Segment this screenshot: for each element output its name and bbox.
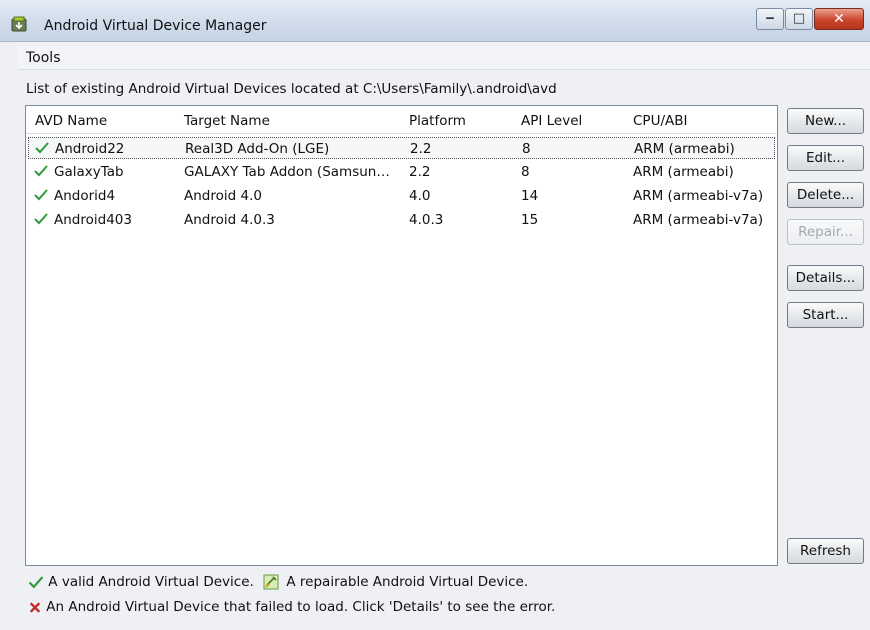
green-check-icon bbox=[28, 575, 44, 588]
cell-avd-name: Android403 bbox=[54, 212, 132, 228]
close-icon: ✕ bbox=[833, 11, 845, 27]
table-row[interactable]: Android403 Android 4.0.3 4.0.3 15 ARM (a… bbox=[28, 209, 775, 231]
red-x-icon bbox=[29, 601, 41, 613]
cell-platform: 2.2 bbox=[410, 141, 432, 157]
cell-api-level: 15 bbox=[521, 212, 539, 228]
maximize-icon: □ bbox=[792, 11, 806, 26]
table-row[interactable]: GalaxyTab GALAXY Tab Addon (Samsun… 2.2 … bbox=[28, 161, 775, 183]
cell-target-name: Real3D Add-On (LGE) bbox=[185, 141, 330, 157]
legend-line-1: A valid Android Virtual Device. A repair… bbox=[28, 573, 528, 591]
refresh-button[interactable]: Refresh bbox=[787, 538, 864, 564]
edit-button[interactable]: Edit... bbox=[787, 145, 864, 171]
cell-platform: 4.0.3 bbox=[409, 212, 444, 228]
cell-target-name: Android 4.0.3 bbox=[184, 212, 275, 228]
cell-avd-name: Andorid4 bbox=[54, 188, 116, 204]
legend-line-2: An Android Virtual Device that failed to… bbox=[28, 599, 555, 615]
cell-api-level: 8 bbox=[522, 141, 531, 157]
cell-target-name: GALAXY Tab Addon (Samsun… bbox=[184, 164, 390, 180]
repair-wrench-icon bbox=[263, 574, 279, 590]
cell-target-name: Android 4.0 bbox=[184, 188, 262, 204]
maximize-button[interactable]: □ bbox=[785, 8, 813, 30]
legend-valid-label: A valid Android Virtual Device. bbox=[48, 574, 254, 590]
menu-bar: Tools bbox=[18, 46, 870, 70]
valid-check-icon bbox=[34, 189, 48, 201]
column-header-avd-name[interactable]: AVD Name bbox=[35, 113, 107, 129]
cell-cpu-abi: ARM (armeabi) bbox=[633, 164, 734, 180]
valid-check-icon bbox=[34, 213, 48, 225]
cell-cpu-abi: ARM (armeabi) bbox=[634, 141, 735, 157]
minimize-icon: ‒ bbox=[765, 11, 775, 26]
legend-repairable-label: A repairable Android Virtual Device. bbox=[286, 574, 529, 590]
avd-location-label: List of existing Android Virtual Devices… bbox=[26, 81, 557, 97]
cell-platform: 2.2 bbox=[409, 164, 431, 180]
column-header-platform[interactable]: Platform bbox=[409, 113, 466, 129]
window-controls: ‒ □ ✕ bbox=[755, 8, 864, 32]
cell-avd-name: Android22 bbox=[55, 141, 125, 157]
avd-manager-window: Android Virtual Device Manager ‒ □ ✕ Too… bbox=[0, 0, 870, 630]
android-package-icon bbox=[11, 16, 27, 32]
table-header: AVD Name Target Name Platform API Level … bbox=[26, 106, 777, 134]
window-title: Android Virtual Device Manager bbox=[44, 18, 267, 34]
details-button[interactable]: Details... bbox=[787, 265, 864, 291]
minimize-button[interactable]: ‒ bbox=[756, 8, 784, 30]
column-header-target-name[interactable]: Target Name bbox=[184, 113, 270, 129]
column-header-cpu-abi[interactable]: CPU/ABI bbox=[633, 113, 687, 129]
menu-tools[interactable]: Tools bbox=[26, 50, 61, 66]
cell-cpu-abi: ARM (armeabi-v7a) bbox=[633, 188, 764, 204]
valid-check-icon bbox=[35, 142, 49, 154]
delete-button[interactable]: Delete... bbox=[787, 182, 864, 208]
start-button[interactable]: Start... bbox=[787, 302, 864, 328]
cell-avd-name: GalaxyTab bbox=[54, 164, 124, 180]
title-bar[interactable]: Android Virtual Device Manager ‒ □ ✕ bbox=[0, 0, 870, 42]
cell-cpu-abi: ARM (armeabi-v7a) bbox=[633, 212, 764, 228]
cell-api-level: 8 bbox=[521, 164, 530, 180]
legend-failed-label: An Android Virtual Device that failed to… bbox=[46, 599, 556, 615]
table-row[interactable]: Android22 Real3D Add-On (LGE) 2.2 8 ARM … bbox=[28, 137, 775, 159]
close-button[interactable]: ✕ bbox=[814, 8, 864, 30]
table-row[interactable]: Andorid4 Android 4.0 4.0 14 ARM (armeabi… bbox=[28, 185, 775, 207]
new-button[interactable]: New... bbox=[787, 108, 864, 134]
repair-button[interactable]: Repair... bbox=[787, 219, 864, 245]
avd-table[interactable]: AVD Name Target Name Platform API Level … bbox=[25, 105, 778, 566]
cell-api-level: 14 bbox=[521, 188, 539, 204]
cell-platform: 4.0 bbox=[409, 188, 431, 204]
column-header-api-level[interactable]: API Level bbox=[521, 113, 582, 129]
valid-check-icon bbox=[34, 165, 48, 177]
